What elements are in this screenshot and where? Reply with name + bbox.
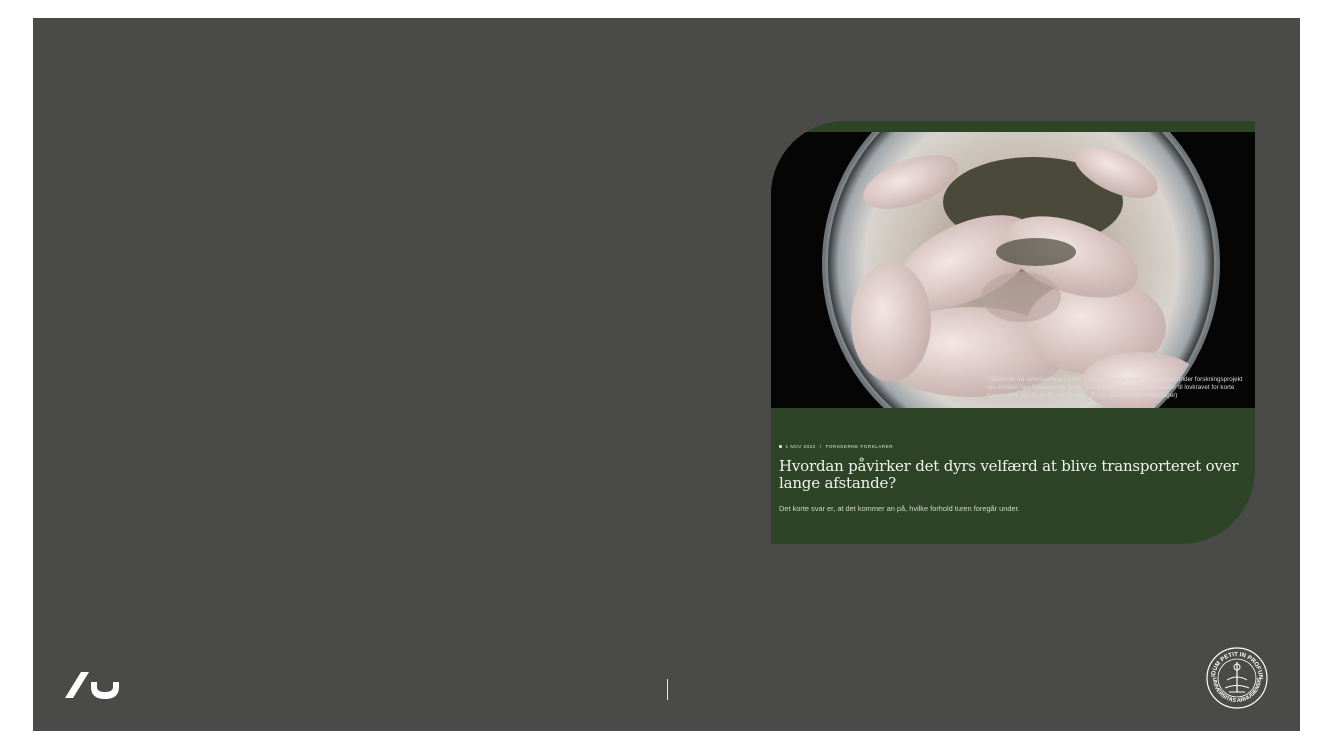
- article-meta: 1 NOV 2022 \ FORSKERNE FORKLARER: [779, 444, 893, 449]
- photo-caption: Stillbillede fra videokamera i loftet, s…: [987, 376, 1243, 400]
- fisheye-pig-image: [771, 132, 1255, 408]
- university-seal-icon: SOLIDUM PETIT IN PROFUNDIS UNIVERSITAS A…: [1205, 646, 1268, 709]
- slide: Stillbillede fra videokamera i loftet, s…: [33, 18, 1300, 731]
- article-lead: Det korte svar er, at det kommer an på, …: [779, 504, 1020, 513]
- article-headline[interactable]: Hvordan påvirker det dyrs velfærd at bli…: [779, 458, 1239, 492]
- footer-divider: [667, 679, 668, 700]
- au-logo: [65, 672, 119, 699]
- article-date: 1 NOV 2022: [785, 444, 816, 449]
- article-category[interactable]: FORSKERNE FORKLARER: [826, 444, 893, 449]
- bullet-dot: [779, 445, 782, 448]
- seal-motto: SOLIDUM PETIT IN PROFUNDIS: [1205, 646, 1263, 679]
- svg-text:SOLIDUM PETIT IN PROFUNDIS: SOLIDUM PETIT IN PROFUNDIS: [1205, 646, 1263, 679]
- article-card[interactable]: Stillbillede fra videokamera i loftet, s…: [771, 121, 1255, 544]
- article-photo: Stillbillede fra videokamera i loftet, s…: [771, 132, 1255, 408]
- meta-separator: \: [819, 444, 822, 449]
